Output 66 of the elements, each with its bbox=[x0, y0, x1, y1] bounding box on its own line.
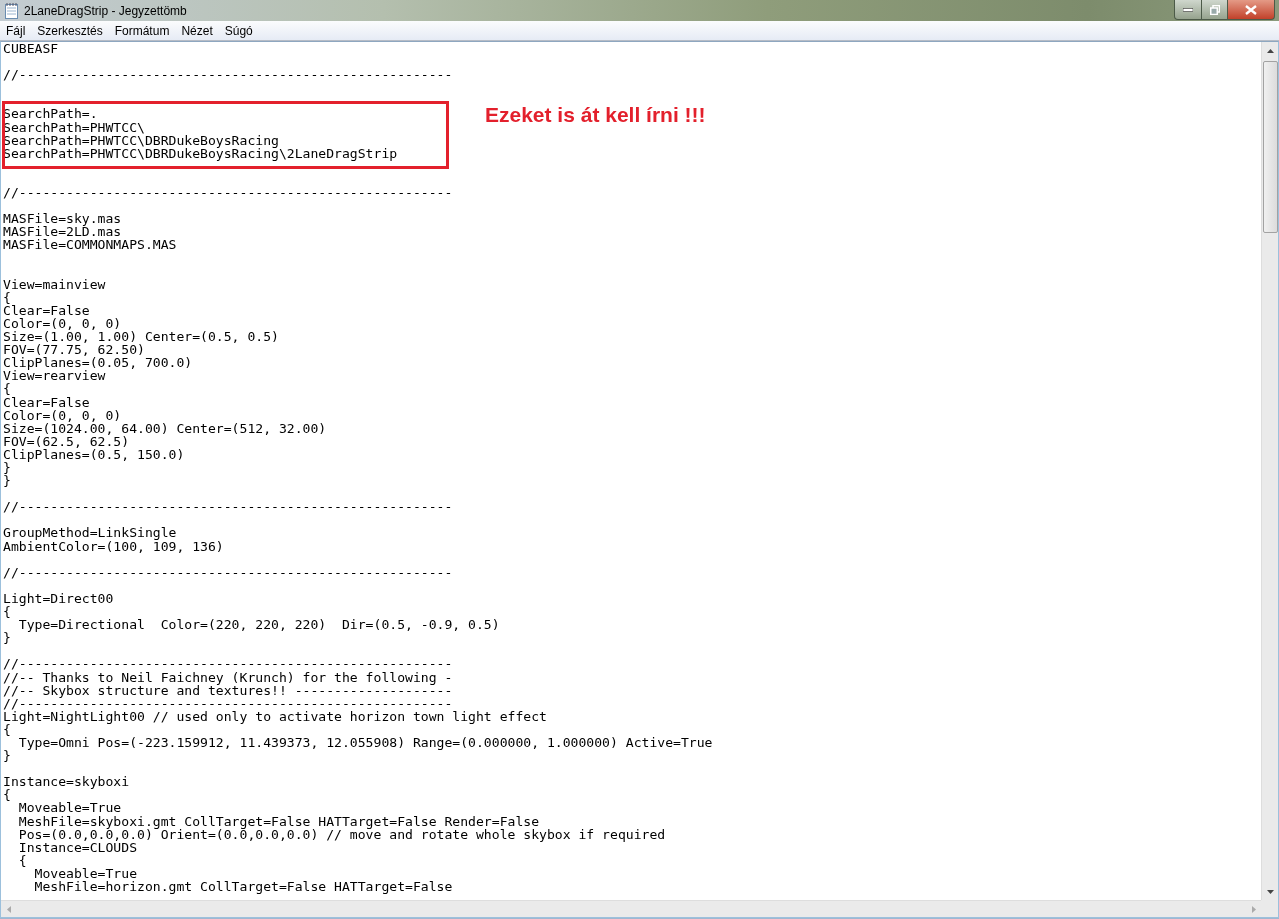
text-line: { bbox=[3, 605, 11, 619]
text-line: { bbox=[17, 853, 27, 867]
menu-item[interactable]: Fájl bbox=[0, 23, 32, 38]
text-line: Color=(0, 0, 0) bbox=[3, 316, 122, 331]
text-line: MASFile=sky.mas bbox=[3, 212, 122, 226]
text-line: //------------------------------------------------------- bbox=[3, 500, 453, 514]
text-line: } bbox=[3, 749, 11, 763]
text-line: ClipPlanes=(0.5, 150.0) bbox=[3, 447, 185, 461]
notepad-icon bbox=[5, 2, 18, 19]
scroll-down-icon bbox=[1266, 889, 1274, 894]
text-line: Light=NightLight00 // used only to activate horizon town light effect bbox=[3, 709, 547, 723]
window-title: 2LaneDragStrip - Jegyzettömb bbox=[24, 3, 188, 18]
text-line: MASFile=COMMONMAPS.MAS bbox=[3, 238, 177, 252]
text-line: Moveable=True bbox=[17, 801, 122, 815]
text-line: SearchPath=. bbox=[3, 107, 98, 121]
minimize-icon bbox=[1183, 7, 1193, 12]
minimize-button[interactable] bbox=[1174, 0, 1202, 20]
text-line: } bbox=[3, 631, 11, 645]
text-line: Color=(0, 0, 0) bbox=[3, 408, 122, 422]
menu-item[interactable]: Szerkesztés bbox=[31, 23, 109, 38]
text-line: //-- Thanks to Neil Faichney (Krunch) for the following - bbox=[3, 670, 453, 684]
text-line: Light=Direct00 bbox=[3, 591, 114, 606]
text-line: { bbox=[3, 382, 11, 396]
text-line: GroupMethod=LinkSingle bbox=[3, 526, 177, 540]
menu-item[interactable]: Formátum bbox=[108, 23, 176, 38]
text-line: Moveable=True bbox=[33, 866, 137, 880]
menu-item[interactable]: Nézet bbox=[175, 23, 219, 38]
text-line: //------------------------------------------------------- bbox=[3, 68, 453, 82]
text-line: MeshFile=horizon.gmt CollTarget=False HATTarget=False bbox=[33, 880, 453, 894]
scrollbar-thumb[interactable] bbox=[1262, 61, 1278, 233]
text-line: MASFile=2LD.mas bbox=[3, 225, 122, 239]
text-line: //------------------------------------------------------- bbox=[3, 565, 453, 579]
text-line: Type=Directional Color=(220, 220, 220) Dir=(0.5, -0.9, 0.5) bbox=[17, 618, 500, 632]
text-line: MeshFile=skyboxi.gmt CollTarget=False HATTarget=False Render=False bbox=[17, 814, 540, 828]
maximize-button[interactable] bbox=[1202, 0, 1228, 20]
text-line: { bbox=[3, 290, 11, 304]
text-line: ClipPlanes=(0.05, 700.0) bbox=[3, 356, 193, 370]
text-line: Size=(1.00, 1.00) Center=(0.5, 0.5) bbox=[3, 330, 279, 344]
annotation-text: Ezeket is át kell írni !!! bbox=[485, 103, 706, 127]
scroll-up-icon bbox=[1266, 48, 1274, 53]
scroll-left-icon bbox=[6, 905, 11, 913]
text-line: Instance=CLOUDS bbox=[17, 840, 137, 854]
text-line: Clear=False bbox=[3, 303, 90, 317]
text-line: Size=(1024.00, 64.00) Center=(512, 32.00) bbox=[3, 421, 327, 435]
text-line: { bbox=[3, 722, 11, 736]
text-line: //------------------------------------------------------- bbox=[3, 657, 453, 671]
text-line: //------------------------------------------------------- bbox=[3, 186, 453, 200]
close-icon bbox=[1245, 4, 1257, 15]
text-line: AmbientColor=(100, 109, 136) bbox=[3, 539, 224, 553]
text-line: { bbox=[3, 788, 11, 802]
text-line: CUBEASF bbox=[3, 42, 59, 56]
close-button[interactable] bbox=[1228, 0, 1275, 20]
text-line: } bbox=[3, 461, 11, 475]
text-line: View=rearview bbox=[3, 369, 106, 383]
text-line: } bbox=[3, 474, 11, 488]
text-line: View=mainview bbox=[3, 277, 106, 291]
text-line: SearchPath=PHWTCC\DBRDukeBoysRacing bbox=[3, 133, 279, 147]
text-line: SearchPath=PHWTCC\ bbox=[3, 120, 145, 134]
text-line: FOV=(77.75, 62.50) bbox=[3, 343, 145, 357]
text-line: Instance=skyboxi bbox=[3, 775, 130, 789]
scroll-right-icon bbox=[1251, 905, 1256, 913]
text-line: Clear=False bbox=[3, 395, 90, 409]
menu-item[interactable]: Súgó bbox=[218, 23, 259, 38]
text-line: Type=Omni Pos=(-223.159912, 11.439373, 12.055908) Range=(0.000000, 1.000000) Active=True bbox=[17, 735, 713, 750]
restore-icon bbox=[1209, 4, 1220, 15]
text-line: FOV=(62.5, 62.5) bbox=[3, 434, 130, 448]
